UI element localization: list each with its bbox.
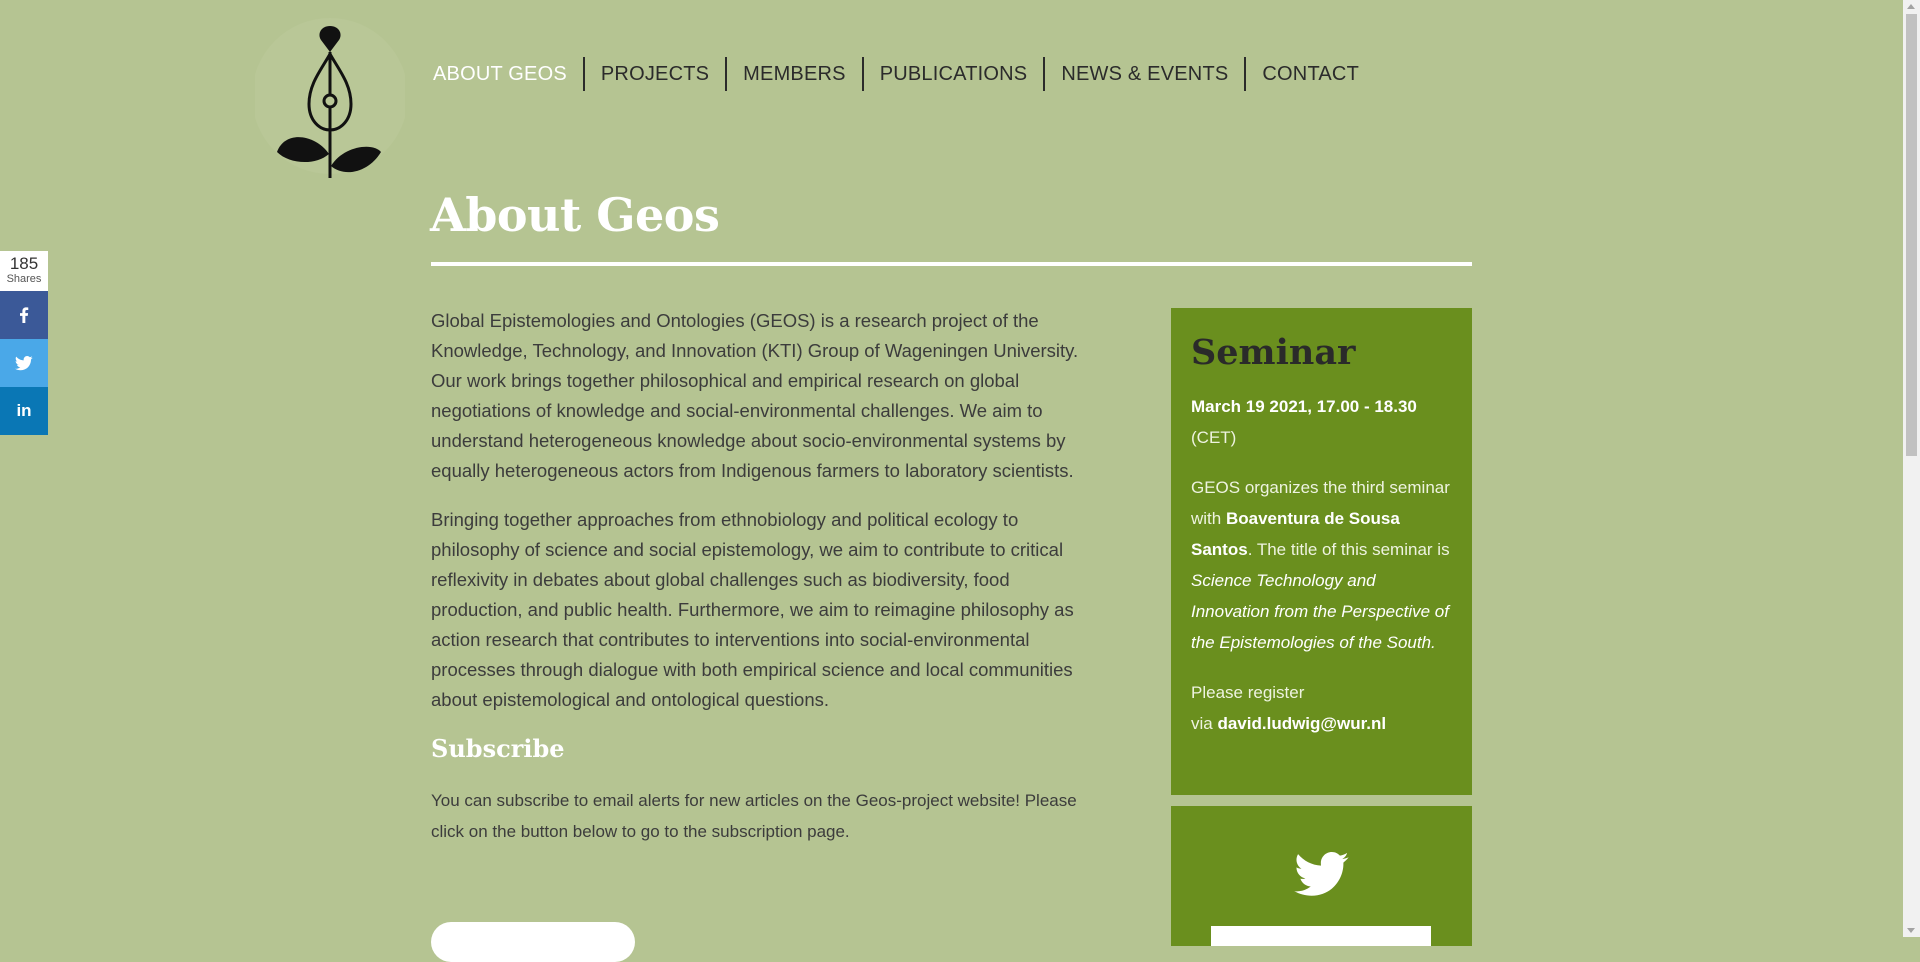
register-text: Please register — [1191, 683, 1305, 702]
approach-paragraph: Bringing together approaches from ethnob… — [431, 509, 1074, 710]
intro-paragraph: Global Epistemologies and Ontologies (GE… — [431, 310, 1079, 481]
social-share-bar: 185 Shares in — [0, 251, 48, 435]
nav-members[interactable]: MEMBERS — [725, 57, 862, 91]
twitter-widget — [1171, 806, 1472, 946]
nav-projects[interactable]: PROJECTS — [582, 57, 725, 91]
nav-contact[interactable]: CONTACT — [1244, 57, 1375, 91]
twitter-icon[interactable] — [1294, 852, 1350, 898]
seminar-description: GEOS organizes the third seminar with Bo… — [1191, 478, 1450, 652]
share-linkedin-button[interactable]: in — [0, 387, 48, 435]
main-content: Global Epistemologies and Ontologies (GE… — [431, 306, 1101, 866]
twitter-feed-card[interactable] — [1211, 926, 1431, 946]
nav-about-geos[interactable]: ABOUT GEOS — [433, 57, 583, 91]
share-twitter-button[interactable] — [0, 339, 48, 387]
nav-publications[interactable]: PUBLICATIONS — [861, 57, 1044, 91]
seminar-talk-title: Science Technology and Innovation from t… — [1191, 571, 1449, 652]
title-divider — [431, 262, 1472, 266]
seminar-timezone: (CET) — [1191, 428, 1237, 447]
subscribe-button[interactable] — [431, 922, 635, 962]
share-facebook-button[interactable] — [0, 291, 48, 339]
linkedin-icon: in — [16, 401, 32, 420]
share-count-number: 185 — [9, 254, 39, 273]
main-nav: ABOUT GEOS PROJECTS MEMBERS PUBLICATIONS… — [433, 56, 1375, 92]
geos-logo[interactable] — [255, 18, 405, 178]
subscribe-heading: Subscribe — [431, 734, 565, 763]
page-title: About Geos — [430, 188, 720, 242]
share-count-label: Shares — [6, 273, 42, 285]
seminar-title: Seminar — [1191, 332, 1356, 373]
register-via: via — [1191, 714, 1213, 733]
register-email-link[interactable]: david.ludwig@wur.nl — [1217, 714, 1386, 733]
seminar-widget: Seminar March 19 2021, 17.00 - 18.30 (CE… — [1171, 308, 1472, 795]
seminar-date-text: March 19 2021, 17.00 - 18.30 — [1191, 397, 1417, 416]
twitter-icon — [15, 355, 33, 370]
scrollbar-thumb[interactable] — [1906, 14, 1917, 456]
scroll-down-arrow-icon[interactable] — [1907, 928, 1915, 933]
seminar-register: Please register via david.ludwig@wur.nl — [1191, 677, 1452, 739]
seminar-title-intro: The title of this seminar is — [1256, 540, 1450, 559]
subscribe-text: You can subscribe to email alerts for ne… — [431, 791, 1077, 841]
page-scrollbar[interactable] — [1903, 0, 1920, 937]
nav-news-events[interactable]: NEWS & EVENTS — [1043, 57, 1244, 91]
seminar-date: March 19 2021, 17.00 - 18.30 (CET) — [1191, 391, 1452, 453]
share-count: 185 Shares — [0, 251, 48, 291]
scroll-up-arrow-icon[interactable] — [1907, 4, 1915, 9]
facebook-icon — [20, 307, 29, 323]
